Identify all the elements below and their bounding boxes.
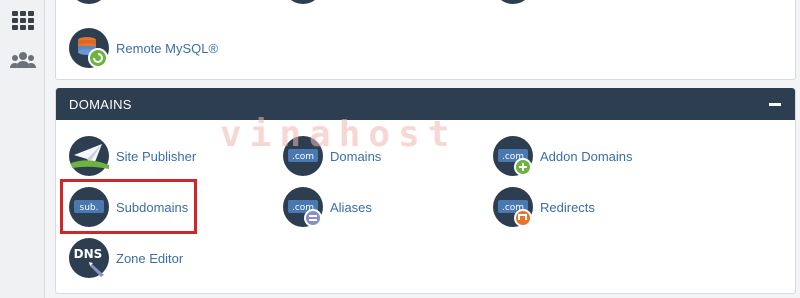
- zone-editor-label: Zone Editor: [116, 250, 184, 266]
- collapse-icon[interactable]: [769, 98, 781, 110]
- database-icon-partial-2[interactable]: [282, 0, 324, 5]
- apps-grid-icon[interactable]: [10, 8, 36, 34]
- addon-domains-icon: .com: [492, 135, 534, 177]
- site-publisher-label: Site Publisher: [116, 148, 197, 164]
- remote-mysql-label: Remote MySQL®: [116, 40, 219, 56]
- left-rail: [0, 0, 45, 298]
- site-publisher-icon: [68, 135, 110, 177]
- remote-mysql-icon: [68, 27, 110, 69]
- addon-domains-link[interactable]: .com Addon Domains: [492, 133, 633, 179]
- redirects-label: Redirects: [540, 199, 595, 215]
- database-panel: Remote MySQL®: [55, 0, 796, 80]
- aliases-label: Aliases: [330, 199, 372, 215]
- redirects-link[interactable]: .com Redirects: [492, 184, 595, 230]
- aliases-icon: .com: [282, 186, 324, 228]
- zone-editor-link[interactable]: DNS Zone Editor: [68, 235, 183, 281]
- database-icon-partial[interactable]: [68, 0, 110, 5]
- database-icon-partial-3[interactable]: [492, 0, 534, 5]
- svg-text:DNS: DNS: [74, 247, 103, 261]
- users-icon[interactable]: [10, 48, 36, 74]
- watermark-text: vinahost: [220, 114, 458, 155]
- subdomains-highlight-box: [60, 179, 197, 234]
- aliases-link[interactable]: .com Aliases: [282, 184, 372, 230]
- domains-panel-title: DOMAINS: [69, 97, 132, 112]
- zone-editor-icon: DNS: [68, 237, 110, 279]
- redirects-icon: .com: [492, 186, 534, 228]
- remote-mysql-link[interactable]: Remote MySQL®: [68, 25, 218, 71]
- site-publisher-link[interactable]: Site Publisher: [68, 133, 196, 179]
- addon-domains-label: Addon Domains: [540, 148, 633, 164]
